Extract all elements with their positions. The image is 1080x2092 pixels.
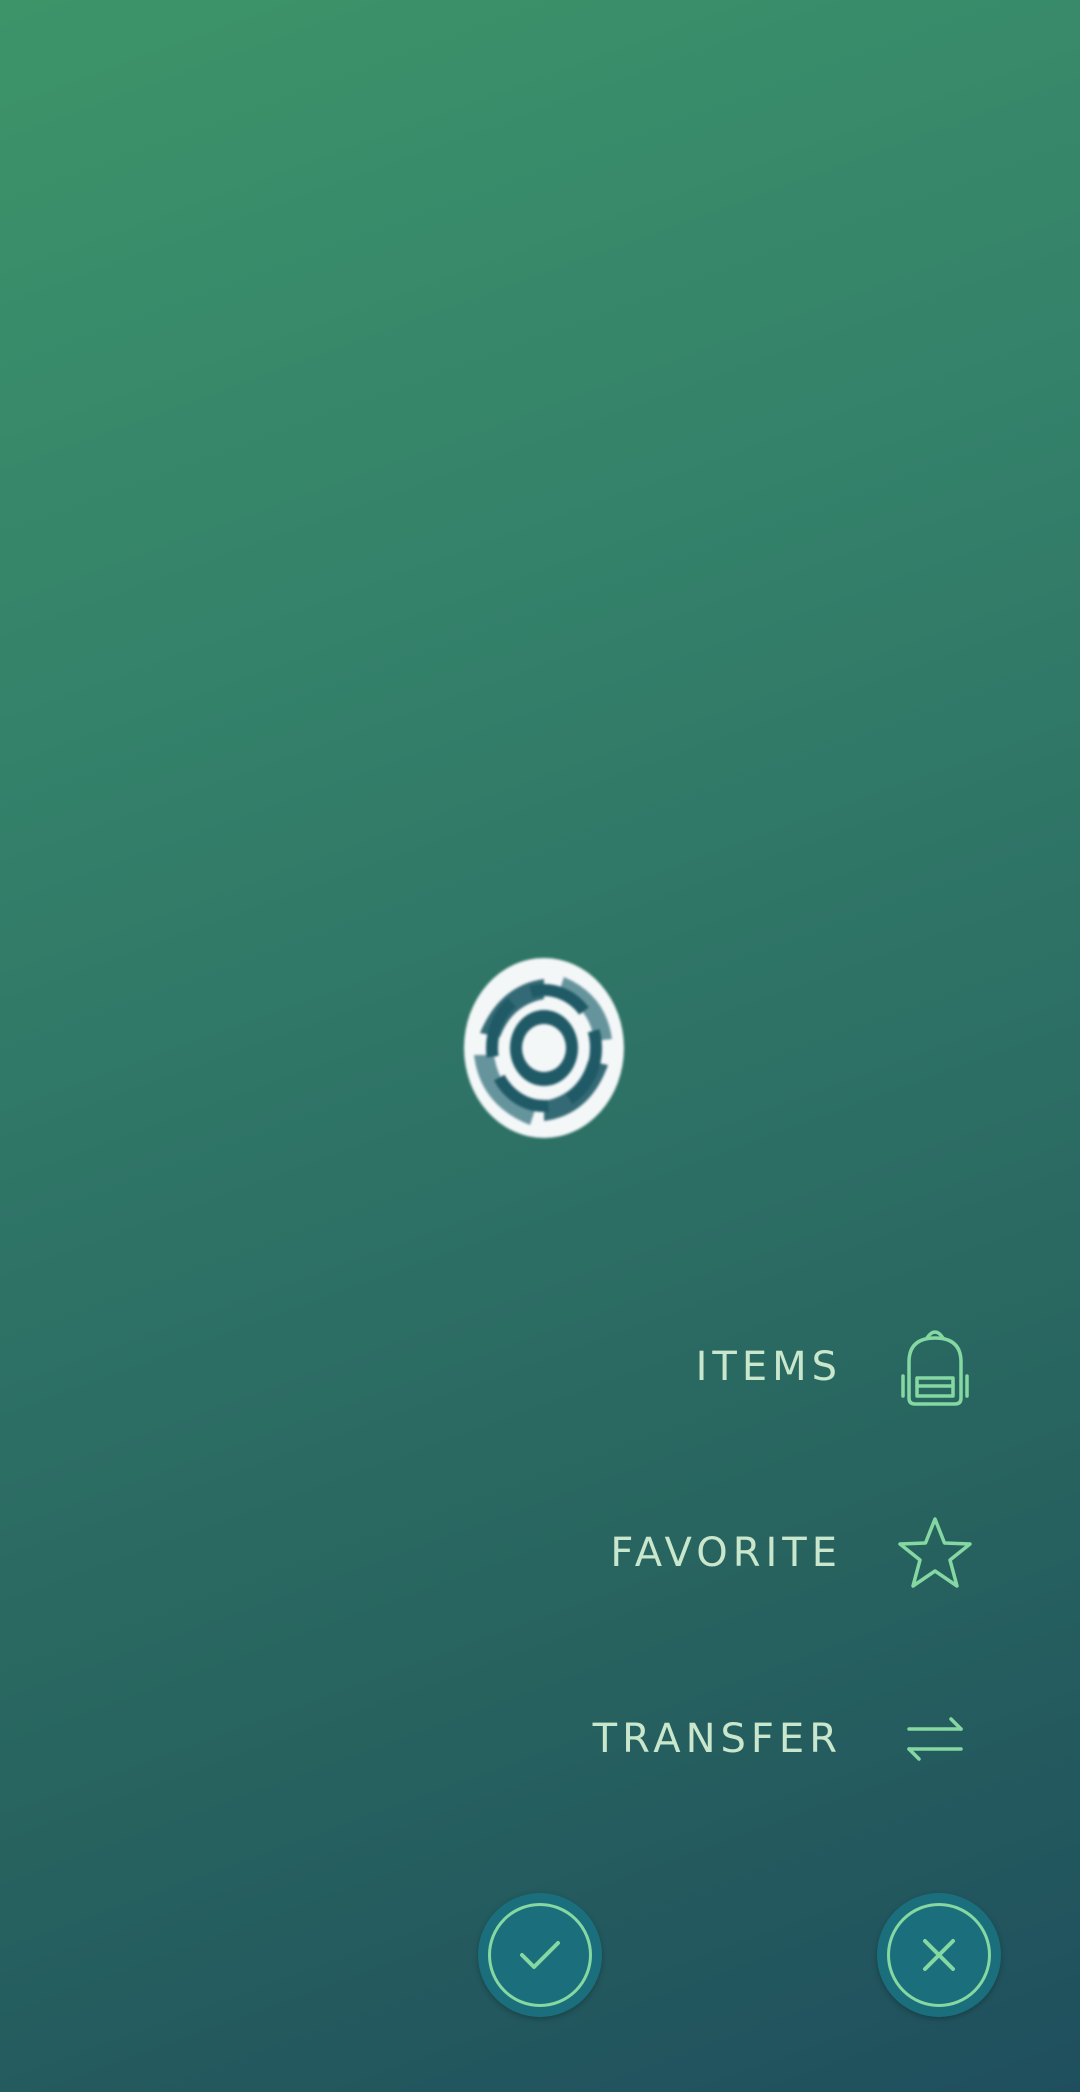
menu-item-items[interactable]: ITEMS bbox=[0, 1322, 1080, 1412]
checkmark-icon bbox=[520, 1941, 560, 1969]
confirm-button[interactable] bbox=[478, 1893, 602, 2017]
transfer-arrows-icon bbox=[895, 1699, 975, 1779]
loading-spinner-icon bbox=[460, 955, 628, 1141]
backpack-icon bbox=[895, 1322, 975, 1406]
transfer-label: TRANSFER bbox=[592, 1716, 842, 1762]
close-button[interactable] bbox=[877, 1893, 1001, 2017]
menu-item-favorite[interactable]: FAVORITE bbox=[0, 1508, 1080, 1598]
close-icon bbox=[923, 1939, 955, 1971]
favorite-label: FAVORITE bbox=[610, 1530, 842, 1576]
menu-item-transfer[interactable]: TRANSFER bbox=[0, 1694, 1080, 1784]
app-screen: { "menu": { "items_label": "ITEMS", "fav… bbox=[0, 0, 1080, 2092]
items-label: ITEMS bbox=[695, 1344, 842, 1390]
star-icon bbox=[895, 1513, 975, 1593]
